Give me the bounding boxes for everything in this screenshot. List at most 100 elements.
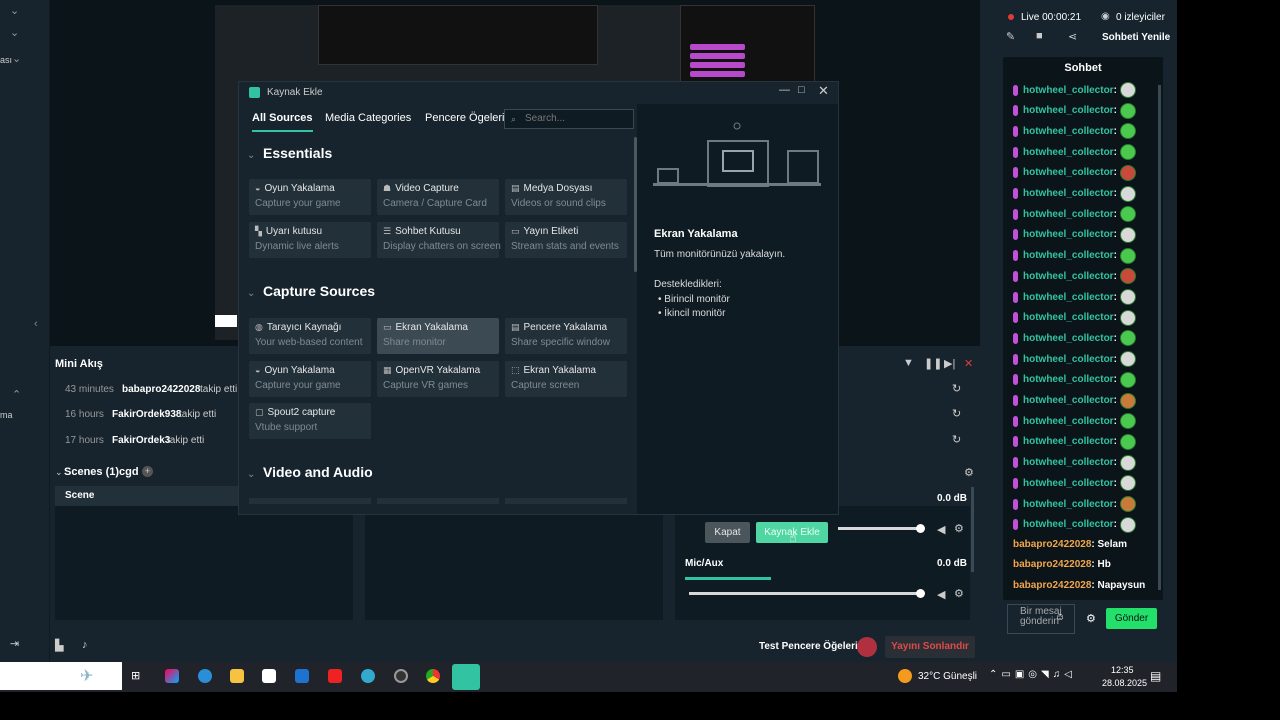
browser-icon[interactable]	[361, 669, 375, 683]
source-card[interactable]: ⬚ Ekran Yakalama Capture screen	[505, 360, 627, 397]
source-card[interactable]: ▭ Ekran Yakalama Share monitor	[377, 318, 499, 354]
chat-username[interactable]: hotwheel_collector	[1023, 167, 1114, 178]
chat-username[interactable]: hotwheel_collector	[1023, 457, 1114, 468]
camera-icon[interactable]: ■	[1036, 30, 1043, 42]
task-view-icon[interactable]: ⊞	[131, 669, 145, 683]
tab-window-items[interactable]: Pencere Ögeleri	[425, 112, 505, 124]
edge-icon[interactable]	[198, 669, 212, 683]
youtube-icon[interactable]	[328, 669, 342, 683]
chat-username[interactable]: hotwheel_collector	[1023, 416, 1114, 427]
chat-username[interactable]: hotwheel_collector	[1023, 188, 1114, 199]
notification-icon[interactable]: ▤	[1150, 669, 1161, 683]
chat-username[interactable]: hotwheel_collector	[1023, 209, 1114, 220]
chevron-down-icon[interactable]: ⌄	[12, 52, 21, 65]
test-widgets-label[interactable]: Test Pencere Öğeleri	[759, 641, 858, 652]
source-card[interactable]: ☗ Video Capture Camera / Capture Card	[377, 179, 499, 215]
share-icon[interactable]: ⋖	[1068, 30, 1077, 43]
collapse-icon[interactable]: ⌄	[247, 469, 255, 480]
emoji-icon[interactable]: ☺	[1055, 612, 1065, 623]
refresh-chat-button[interactable]: Sohbeti Yenile	[1102, 32, 1170, 43]
volume-slider-handle[interactable]	[916, 524, 925, 533]
chat-username[interactable]: hotwheel_collector	[1023, 126, 1114, 137]
obs-icon[interactable]	[394, 669, 408, 683]
chat-username[interactable]: hotwheel_collector	[1023, 333, 1114, 344]
chat-username[interactable]: hotwheel_collector	[1023, 292, 1114, 303]
source-card[interactable]: ◍ Tarayıcı Kaynağı Your web-based content	[249, 318, 371, 354]
clock-time[interactable]: 12:35	[1111, 665, 1134, 675]
source-card[interactable]: ▤ Pencere Yakalama Share specific window	[505, 318, 627, 354]
weather-text[interactable]: 32°C Güneşli	[918, 671, 977, 682]
replay-icon[interactable]: ↻	[952, 433, 961, 446]
pencil-icon[interactable]: ✎	[1006, 30, 1015, 43]
volume-slider[interactable]	[838, 527, 920, 530]
source-card[interactable]: ☰ Sohbet Kutusu Display chatters on screen	[377, 221, 501, 258]
chat-username[interactable]: babapro2422028	[1013, 539, 1091, 550]
mute-alerts-icon[interactable]: ✕	[964, 357, 973, 370]
source-list[interactable]	[365, 506, 663, 620]
chat-username[interactable]: hotwheel_collector	[1023, 147, 1114, 158]
chat-username[interactable]: hotwheel_collector	[1023, 85, 1114, 96]
close-icon[interactable]: ✕	[818, 83, 829, 99]
chat-username[interactable]: hotwheel_collector	[1023, 519, 1114, 530]
filter-icon[interactable]: ▼	[903, 357, 914, 369]
chat-username[interactable]: babapro2422028	[1013, 559, 1091, 570]
tab-all-sources[interactable]: All Sources	[252, 112, 313, 132]
maximize-icon[interactable]: □	[798, 84, 805, 96]
taskbar-search-area[interactable]: ✈	[0, 662, 122, 690]
store-icon[interactable]	[262, 669, 276, 683]
outlook-icon[interactable]	[295, 669, 309, 683]
chevron-down-icon[interactable]: ⌄	[10, 26, 19, 39]
minimize-icon[interactable]: —	[779, 84, 790, 96]
send-button[interactable]: Gönder	[1106, 608, 1157, 629]
search-input[interactable]: Search...	[504, 109, 634, 129]
collapse-icon[interactable]: ⌄	[247, 288, 255, 299]
end-stream-button[interactable]: Yayını Sonlandır	[885, 636, 975, 658]
gear-icon[interactable]: ⚙	[964, 466, 974, 479]
chat-username[interactable]: hotwheel_collector	[1023, 395, 1114, 406]
source-card[interactable]: ◒ Oyun Yakalama Capture your game	[249, 179, 371, 215]
chat-username[interactable]: hotwheel_collector	[1023, 478, 1114, 489]
chat-username[interactable]: hotwheel_collector	[1023, 312, 1114, 323]
pause-icon[interactable]: ❚❚	[924, 357, 942, 370]
scene-list[interactable]	[55, 506, 353, 620]
card-partial[interactable]	[377, 498, 499, 504]
chat-username[interactable]: babapro2422028	[1013, 580, 1091, 591]
source-card[interactable]: ▭ Yayın Etiketi Stream stats and events	[505, 221, 627, 258]
chat-username[interactable]: hotwheel_collector	[1023, 105, 1114, 116]
chrome-icon[interactable]	[426, 669, 440, 683]
chat-username[interactable]: hotwheel_collector	[1023, 374, 1114, 385]
scrollbar[interactable]	[971, 487, 974, 572]
rec-button[interactable]	[857, 637, 877, 657]
replay-icon[interactable]: ↻	[952, 407, 961, 420]
streamlabs-taskbar-icon[interactable]	[452, 664, 480, 690]
speaker-icon[interactable]: ◀	[937, 588, 945, 601]
collapse-icon[interactable]: ⌄	[55, 467, 63, 478]
card-partial[interactable]	[505, 498, 627, 504]
source-card[interactable]: ▤ Medya Dosyası Videos or sound clips	[505, 179, 627, 215]
card-partial[interactable]	[249, 498, 371, 504]
chevron-up-icon[interactable]: ⌃	[12, 388, 21, 401]
source-card[interactable]: ◒ Oyun Yakalama Capture your game	[249, 360, 371, 397]
mic-volume-slider[interactable]	[689, 592, 920, 595]
source-card[interactable]: ▚ Uyarı kutusu Dynamic live alerts	[249, 221, 371, 258]
mic-slider-handle[interactable]	[916, 589, 925, 598]
chat-username[interactable]: hotwheel_collector	[1023, 250, 1114, 261]
chevron-down-icon[interactable]: ⌄	[10, 4, 19, 17]
replay-icon[interactable]: ↻	[952, 382, 961, 395]
chat-username[interactable]: hotwheel_collector	[1023, 229, 1114, 240]
bell-icon[interactable]: ♪	[82, 639, 88, 651]
collapse-icon[interactable]: ⌄	[247, 150, 255, 161]
tab-media-categories[interactable]: Media Categories	[325, 112, 411, 124]
source-card[interactable]: ▦ OpenVR Yakalama Capture VR games	[377, 360, 499, 397]
chat-username[interactable]: hotwheel_collector	[1023, 271, 1114, 282]
copilot-icon[interactable]	[165, 669, 179, 683]
chat-username[interactable]: hotwheel_collector	[1023, 436, 1114, 447]
stats-icon[interactable]: ▙	[55, 639, 63, 652]
skip-icon[interactable]: ▶|	[944, 357, 955, 370]
chat-username[interactable]: hotwheel_collector	[1023, 354, 1114, 365]
clock-date[interactable]: 28.08.2025	[1102, 678, 1147, 688]
chat-scrollbar[interactable]	[1158, 85, 1161, 590]
gear-icon[interactable]: ⚙	[1086, 612, 1096, 625]
chat-username[interactable]: hotwheel_collector	[1023, 499, 1114, 510]
folder-icon[interactable]	[230, 669, 244, 683]
